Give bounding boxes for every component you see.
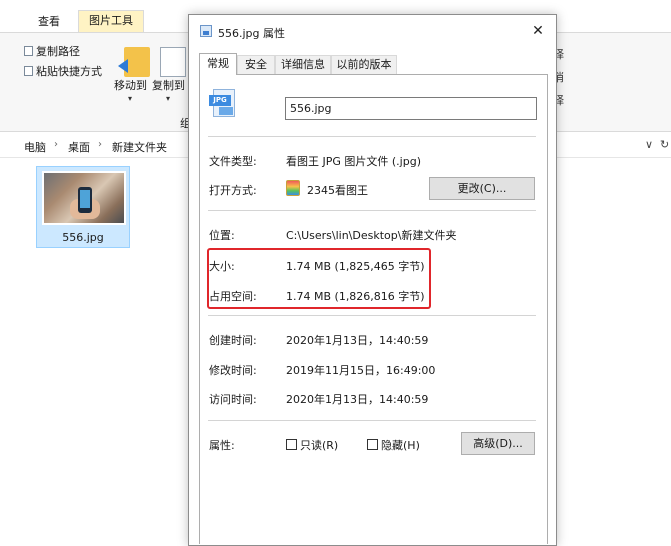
advanced-button[interactable]: 高级(D)... (461, 432, 535, 455)
file-type-label: 文件类型: (209, 155, 257, 168)
dialog-title: 556.jpg 属性 (218, 27, 286, 40)
open-with-label: 打开方式: (209, 184, 257, 197)
created-value: 2020年1月13日，14:40:59 (286, 334, 429, 347)
file-name: 556.jpg (62, 231, 104, 244)
file-type-badge: JPG (209, 95, 231, 106)
copy-path-button[interactable]: 复制路径 (24, 45, 80, 59)
tab-panel-general (199, 74, 548, 544)
readonly-checkbox[interactable] (286, 439, 297, 450)
created-label: 创建时间: (209, 334, 257, 347)
breadcrumb-desktop[interactable]: 桌面 (68, 139, 90, 155)
chevron-right-icon[interactable]: › (54, 139, 58, 150)
copy-path-label: 复制路径 (36, 45, 80, 58)
close-button[interactable]: ✕ (528, 21, 548, 41)
hidden-checkbox[interactable] (367, 439, 378, 450)
image-file-icon (200, 25, 212, 37)
move-to-icon (118, 47, 150, 77)
chevron-right-icon[interactable]: › (98, 139, 102, 150)
app-2345-icon (286, 180, 300, 196)
readonly-label[interactable]: 只读(R) (300, 437, 338, 453)
jpg-file-icon: JPG (209, 89, 239, 119)
modified-label: 修改时间: (209, 364, 257, 377)
accessed-label: 访问时间: (209, 393, 257, 406)
ribbon-tab-view[interactable]: 查看 (28, 12, 70, 32)
move-to-label: 移动到 (114, 79, 147, 92)
open-with-value: 2345看图王 (307, 184, 368, 197)
annotation-highlight-box (207, 248, 431, 309)
change-button[interactable]: 更改(C)... (429, 177, 535, 200)
accessed-value: 2020年1月13日，14:40:59 (286, 393, 429, 406)
tab-previous-versions[interactable]: 以前的版本 (331, 55, 397, 75)
tab-details[interactable]: 详细信息 (275, 55, 331, 75)
tab-general[interactable]: 常规 (199, 53, 237, 75)
properties-dialog: 556.jpg 属性 ✕ 常规 安全 详细信息 以前的版本 JPG 556.jp… (188, 14, 557, 546)
breadcrumb-pc[interactable]: 电脑 (24, 139, 46, 155)
copy-path-icon (24, 46, 33, 56)
paste-shortcut-button[interactable]: 粘贴快捷方式 (24, 65, 102, 79)
modified-value: 2019年11月15日，16:49:00 (286, 364, 436, 377)
location-label: 位置: (209, 229, 235, 242)
divider (208, 210, 536, 211)
attributes-label: 属性: (209, 439, 235, 452)
copy-to-icon (160, 47, 186, 77)
image-thumbnail (42, 171, 126, 225)
hidden-label[interactable]: 隐藏(H) (381, 437, 420, 453)
chevron-down-icon: ▾ (166, 94, 171, 103)
tab-security[interactable]: 安全 (237, 55, 275, 75)
paste-shortcut-label: 粘贴快捷方式 (36, 65, 102, 78)
paste-shortcut-icon (24, 66, 33, 76)
file-type-value: 看图王 JPG 图片文件 (.jpg) (286, 155, 421, 168)
location-value: C:\Users\lin\Desktop\新建文件夹 (286, 229, 457, 242)
dialog-titlebar[interactable]: 556.jpg 属性 ✕ (189, 15, 556, 47)
divider (208, 420, 536, 421)
filename-input[interactable]: 556.jpg (285, 97, 537, 120)
ribbon-tab-picture-tools[interactable]: 图片工具 (78, 10, 144, 32)
chevron-down-icon: ▾ (128, 94, 133, 103)
divider (208, 136, 536, 137)
history-dropdown-icon[interactable]: ∨ (645, 138, 653, 151)
file-item[interactable]: 556.jpg (36, 166, 130, 248)
divider (208, 315, 536, 316)
breadcrumb-new-folder[interactable]: 新建文件夹 (112, 139, 167, 155)
copy-to-label: 复制到 (152, 79, 185, 92)
refresh-icon[interactable]: ↻ (660, 138, 669, 151)
